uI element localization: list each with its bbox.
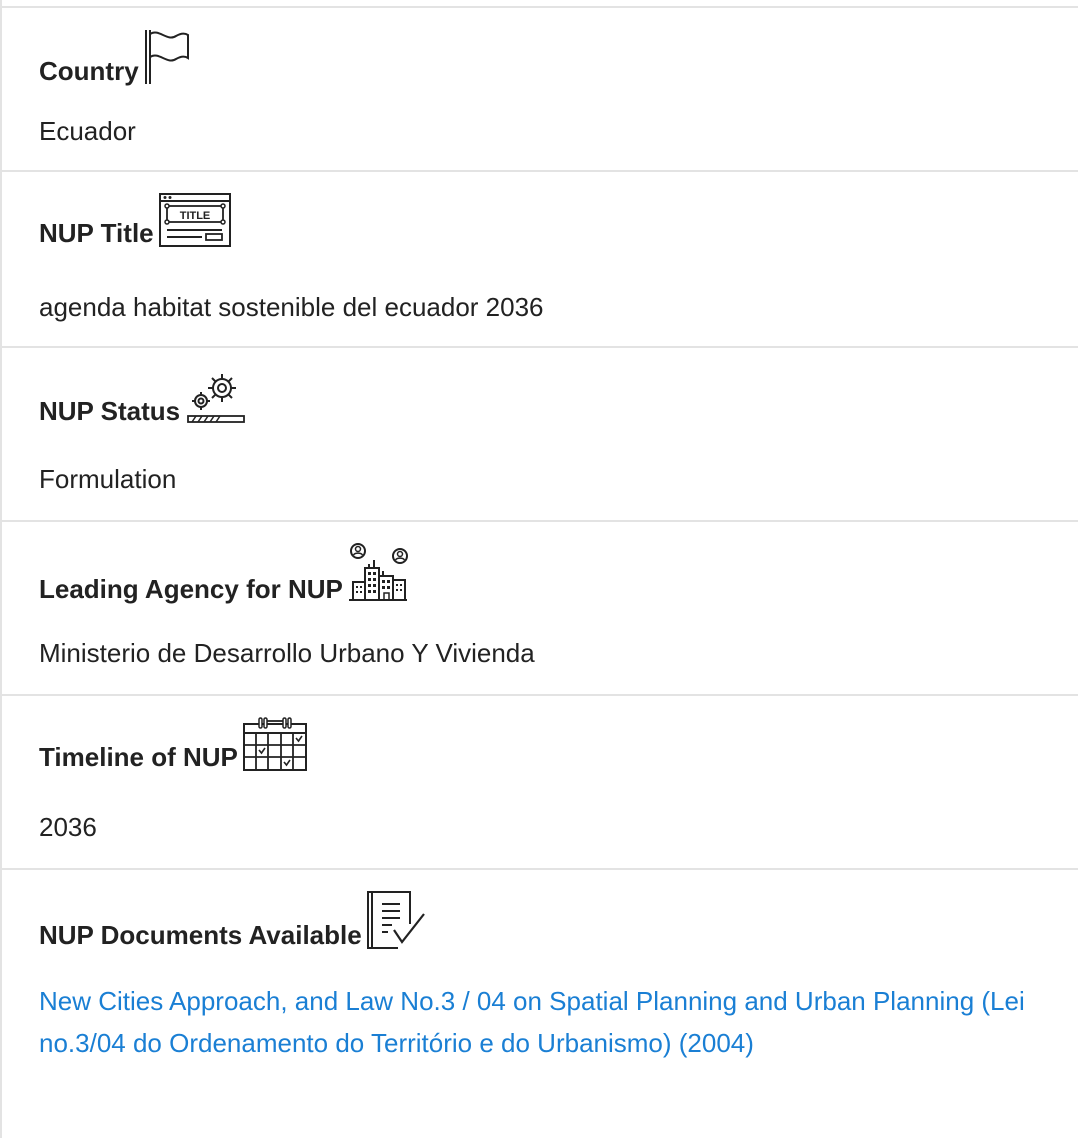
field-value: 2036 [39, 812, 97, 842]
field-label: Timeline of NUP [39, 742, 238, 772]
title-window-icon: TITLE [158, 192, 232, 248]
field-documents-header: NUP Documents Available [39, 890, 426, 950]
field-leading-agency-header: Leading Agency for NUP [39, 542, 409, 604]
field-documents: NUP Documents Available New Cities Appro… [2, 868, 1078, 1140]
field-country-header: Country [39, 28, 193, 86]
field-timeline-header: Timeline of NUP [39, 716, 308, 772]
field-value: Formulation [39, 464, 177, 494]
field-label: NUP Title [39, 218, 154, 248]
calendar-check-icon [242, 716, 308, 772]
flag-icon [143, 28, 193, 86]
field-nup-title-header: NUP Title TITLE [39, 192, 232, 248]
document-link[interactable]: New Cities Approach, and Law No.3 / 04 o… [39, 980, 1069, 1064]
field-timeline: Timeline of NUP 2036 [2, 694, 1078, 870]
nup-details-panel: Country Ecuador NUP Title TITLE agenda h… [0, 0, 1078, 1138]
field-label: NUP Documents Available [39, 920, 362, 950]
field-leading-agency: Leading Agency for NUP Ministerio de Des… [2, 520, 1078, 696]
gears-progress-icon [184, 368, 246, 426]
svg-text:TITLE: TITLE [179, 210, 210, 222]
field-label: Country [39, 56, 139, 86]
field-label: Leading Agency for NUP [39, 574, 343, 604]
field-value: Ministerio de Desarrollo Urbano Y Vivien… [39, 638, 535, 668]
document-check-icon [366, 890, 426, 950]
field-value: agenda habitat sostenible del ecuador 20… [39, 292, 544, 322]
field-nup-status-header: NUP Status [39, 368, 246, 426]
field-label: NUP Status [39, 396, 181, 426]
field-nup-status: NUP Status Formulation [2, 346, 1078, 522]
field-value: Ecuador [39, 116, 136, 146]
city-buildings-people-icon [347, 542, 409, 604]
field-country: Country Ecuador [2, 6, 1078, 172]
field-nup-title: NUP Title TITLE agenda habitat sostenibl… [2, 170, 1078, 348]
